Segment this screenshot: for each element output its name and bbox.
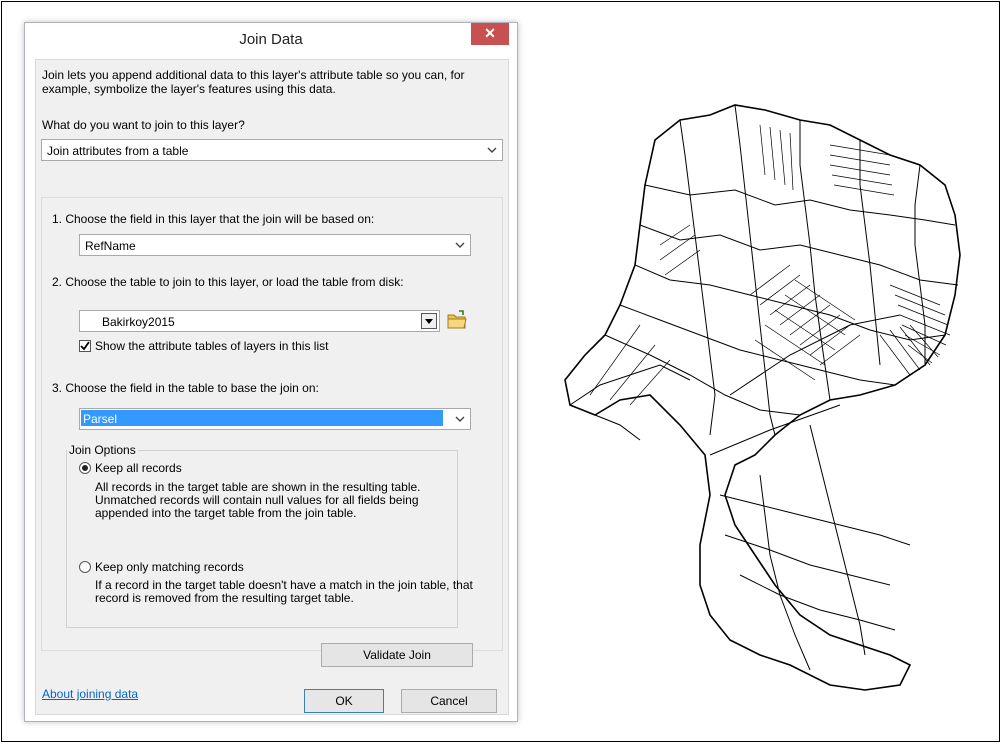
layer-field-select[interactable]: RefName: [79, 234, 471, 256]
dropdown-arrow-button[interactable]: [421, 313, 437, 329]
chevron-down-icon: [487, 147, 497, 153]
join-type-select[interactable]: Join attributes from a table: [41, 139, 503, 161]
table-field-value: Parsel: [81, 410, 443, 426]
step1-label: 1. Choose the field in this layer that t…: [52, 212, 375, 226]
step2-label: 2. Choose the table to join to this laye…: [52, 275, 404, 289]
keep-all-description: All records in the target table are show…: [95, 480, 421, 520]
show-attr-tables-label: Show the attribute tables of layers in t…: [95, 339, 329, 353]
join-question: What do you want to join to this layer?: [42, 118, 245, 132]
open-folder-button[interactable]: [445, 308, 469, 332]
title-bar: Join Data ✕: [25, 23, 517, 59]
dialog-title: Join Data: [239, 31, 303, 48]
close-icon: ✕: [484, 25, 496, 41]
join-options-title: Join Options: [67, 443, 138, 457]
dialog-content: Join lets you append additional data to …: [35, 59, 509, 715]
validate-join-button[interactable]: Validate Join: [321, 643, 473, 667]
close-button[interactable]: ✕: [471, 23, 509, 45]
chevron-down-icon: [455, 416, 465, 422]
join-table-value: Bakirkoy2015: [102, 315, 175, 329]
open-folder-icon: [447, 310, 467, 329]
join-settings-group: 1. Choose the field in this layer that t…: [41, 197, 503, 651]
cancel-button[interactable]: Cancel: [401, 689, 497, 713]
join-data-dialog: Join Data ✕ Join lets you append additio…: [24, 22, 518, 722]
chevron-down-icon: [455, 242, 465, 248]
checkmark-icon: [80, 341, 90, 351]
about-joining-link[interactable]: About joining data: [42, 687, 138, 701]
keep-matching-description: If a record in the target table doesn't …: [95, 578, 473, 605]
layer-field-value: RefName: [85, 239, 136, 253]
parcel-map: [564, 104, 961, 691]
step3-label: 3. Choose the field in the table to base…: [52, 381, 319, 395]
chevron-down-icon: [425, 319, 433, 324]
keep-all-label: Keep all records: [95, 461, 182, 475]
ok-button[interactable]: OK: [304, 689, 384, 713]
intro-text: Join lets you append additional data to …: [42, 68, 465, 96]
join-table-select[interactable]: Bakirkoy2015: [79, 310, 440, 332]
keep-matching-label: Keep only matching records: [95, 560, 244, 574]
keep-matching-radio[interactable]: [79, 561, 91, 573]
join-type-value: Join attributes from a table: [47, 144, 189, 158]
show-attr-tables-checkbox[interactable]: [79, 340, 91, 352]
table-field-select[interactable]: Parsel: [79, 408, 471, 430]
keep-all-radio[interactable]: [79, 462, 91, 474]
